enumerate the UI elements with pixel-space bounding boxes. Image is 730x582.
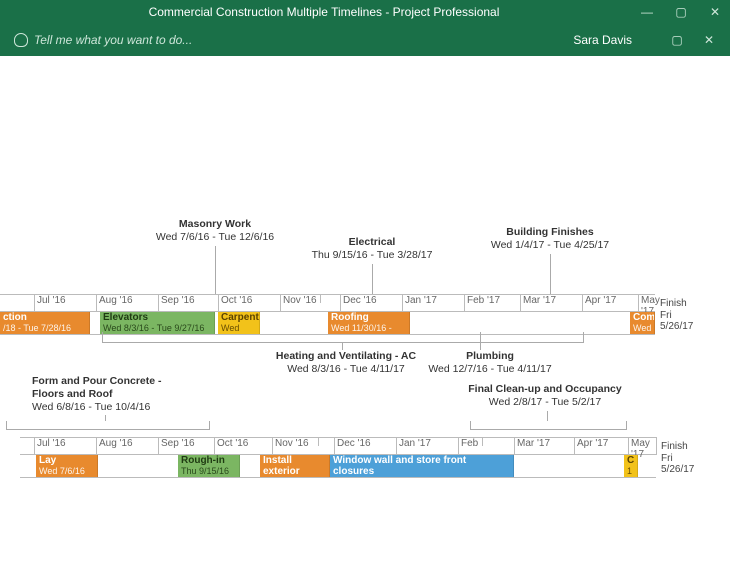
ribbon: Tell me what you want to do... Sara Davi… <box>0 24 730 56</box>
window-controls: — ▢ ✕ <box>640 5 722 19</box>
task-bar-install-exterior[interactable]: Install exteriorWed 10/26/16 - <box>260 455 330 477</box>
axis-tick: Aug '16 <box>96 295 133 311</box>
callout-stem <box>105 415 106 421</box>
timeline-2: Form and Pour Concrete - Floors and Roof… <box>0 367 693 478</box>
axis-tick: Oct '16 <box>218 295 252 311</box>
timeline-1-finish: FinishFri 5/26/17 <box>660 298 693 333</box>
callout-stem <box>480 332 481 350</box>
axis-tick: Jan '17 <box>402 295 437 311</box>
task-bar-roughin[interactable]: Rough-inThu 9/15/16 <box>178 455 240 477</box>
axis-tick: Feb '17 <box>464 295 500 311</box>
callout-stem <box>547 411 548 421</box>
maximize-button[interactable]: ▢ <box>674 5 688 19</box>
axis-tick: Apr '17 <box>582 295 616 311</box>
callout-building-finishes[interactable]: Building Finishes Wed 1/4/17 - Tue 4/25/… <box>470 226 630 252</box>
callout-cleanup[interactable]: Final Clean-up and Occupancy Wed 2/8/17 … <box>455 383 635 409</box>
tell-me-input[interactable]: Tell me what you want to do... <box>34 33 573 47</box>
timeline-1: Masonry Work Wed 7/6/16 - Tue 12/6/16 El… <box>0 206 693 335</box>
window-title: Commercial Construction Multiple Timelin… <box>8 5 640 19</box>
axis-tick: Dec '16 <box>334 438 371 454</box>
timeline-2-bars: LayWed 7/6/16 Rough-inThu 9/15/16 Instal… <box>20 455 656 478</box>
timeline-2-callouts-top: Form and Pour Concrete - Floors and Roof… <box>0 367 693 437</box>
minimize-button[interactable]: — <box>640 5 654 19</box>
timeline-1-callouts-top: Masonry Work Wed 7/6/16 - Tue 12/6/16 El… <box>0 206 693 294</box>
callout-masonry[interactable]: Masonry Work Wed 7/6/16 - Tue 12/6/16 <box>140 218 290 244</box>
task-bar[interactable]: ction/18 - Tue 7/28/16 <box>0 312 90 334</box>
timeline-1-axis: Jul '16 Aug '16 Sep '16 Oct '16 Nov '16 … <box>0 294 655 312</box>
ribbon-maximize-button[interactable]: ▢ <box>670 33 684 47</box>
axis-tick: May '17 <box>638 295 660 311</box>
axis-tick: Aug '16 <box>96 438 133 454</box>
timeline-2-finish: FinishFri 5/26/17 <box>661 441 694 476</box>
axis-tick: Sep '16 <box>158 295 195 311</box>
axis-tick: Jan '17 <box>396 438 431 454</box>
timeline-2-axis: Jul '16 Aug '16 Sep '16 Oct '16 Nov '16 … <box>20 437 657 455</box>
task-bar-lay[interactable]: LayWed 7/6/16 <box>36 455 98 477</box>
axis-tick: Mar '17 <box>520 295 556 311</box>
axis-tick: Mar '17 <box>514 438 550 454</box>
task-bar-window-wall[interactable]: Window wall and store front closuresWed … <box>330 455 514 477</box>
axis-tick: Jul '16 <box>34 438 66 454</box>
task-bar-com[interactable]: ComWed <box>630 312 655 334</box>
title-bar: Commercial Construction Multiple Timelin… <box>0 0 730 24</box>
task-bar-carpentry[interactable]: CarpentWed <box>218 312 260 334</box>
axis-tick: May '17 <box>628 438 656 454</box>
callout-stem <box>550 254 551 294</box>
axis-tick: Dec '16 <box>340 295 377 311</box>
callout-stem <box>215 246 216 294</box>
axis-tick: Jul '16 <box>34 295 66 311</box>
brace-concrete <box>6 421 210 430</box>
axis-tick: Sep '16 <box>158 438 195 454</box>
callout-stem <box>342 342 343 350</box>
axis-tick-minor <box>320 295 323 303</box>
axis-tick-minor <box>318 438 321 446</box>
ribbon-close-button[interactable]: ✕ <box>702 33 716 47</box>
callout-electrical[interactable]: Electrical Thu 9/15/16 - Tue 3/28/17 <box>292 236 452 262</box>
axis-tick: Apr '17 <box>574 438 608 454</box>
brace-hvac <box>102 332 584 343</box>
task-bar-c[interactable]: C1 <box>624 455 638 477</box>
axis-tick: Oct '16 <box>214 438 248 454</box>
task-bar-roofing[interactable]: RoofingWed 11/30/16 - Wed <box>328 312 410 334</box>
task-bar-elevators[interactable]: ElevatorsWed 8/3/16 - Tue 9/27/16 <box>100 312 215 334</box>
brace-cleanup <box>470 421 627 430</box>
axis-tick-minor <box>482 438 485 446</box>
callout-concrete[interactable]: Form and Pour Concrete - Floors and Roof… <box>32 375 202 414</box>
lightbulb-icon <box>14 33 28 47</box>
callout-stem <box>372 264 373 294</box>
axis-tick: Feb <box>458 438 478 454</box>
axis-tick: Nov '16 <box>280 295 317 311</box>
workspace: Masonry Work Wed 7/6/16 - Tue 12/6/16 El… <box>0 56 730 478</box>
axis-tick: Nov '16 <box>272 438 309 454</box>
user-name[interactable]: Sara Davis <box>573 33 632 47</box>
close-button[interactable]: ✕ <box>708 5 722 19</box>
